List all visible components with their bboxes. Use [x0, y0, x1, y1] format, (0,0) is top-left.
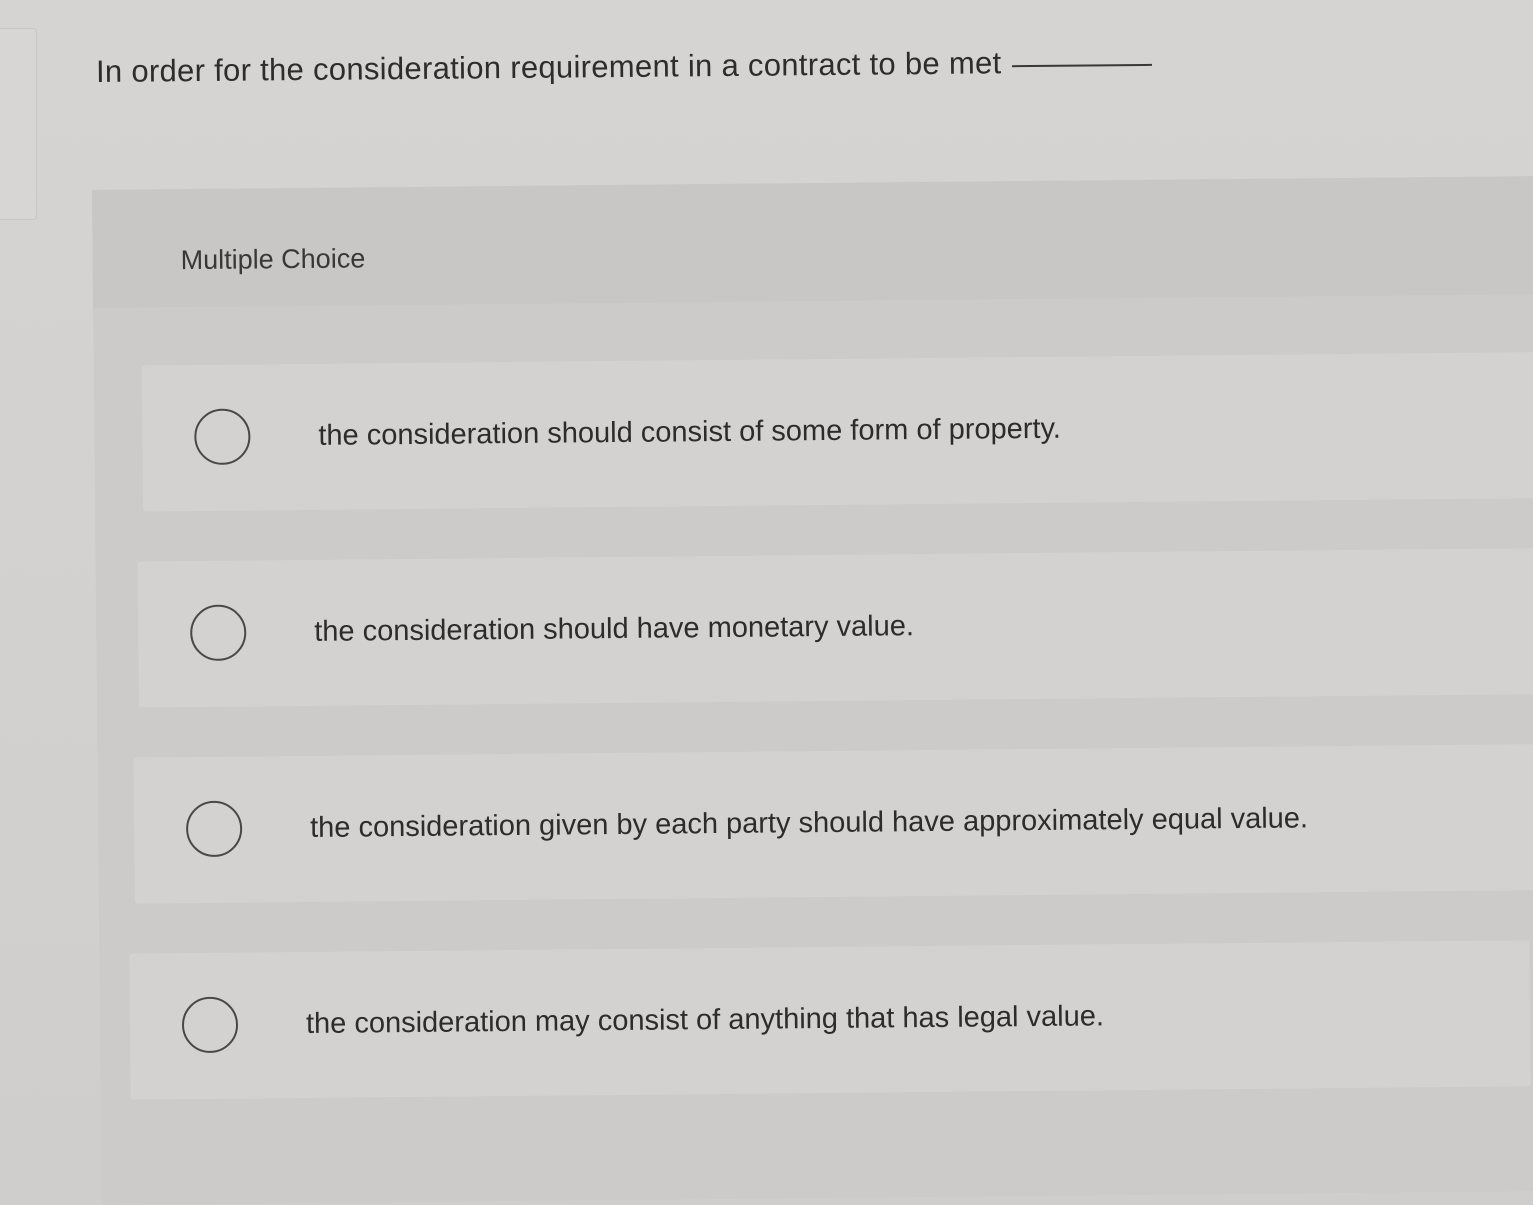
choice-option-text: the consideration should consist of some…	[318, 412, 1062, 452]
choice-option-3[interactable]: the consideration given by each party sh…	[133, 744, 1533, 904]
left-edge-panel	[0, 28, 37, 220]
question-text: In order for the consideration requireme…	[95, 45, 1002, 89]
choice-option-2[interactable]: the consideration should have monetary v…	[137, 548, 1533, 708]
choice-option-4[interactable]: the consideration may consist of anythin…	[129, 940, 1531, 1100]
multiple-choice-label: Multiple Choice	[180, 243, 366, 276]
multiple-choice-panel: Multiple Choice the consideration should…	[92, 176, 1533, 1205]
radio-button-icon[interactable]	[185, 800, 243, 858]
choice-option-text: the consideration given by each party sh…	[309, 802, 1309, 844]
choice-option-text: the consideration should have monetary v…	[314, 610, 915, 648]
radio-button-icon[interactable]	[189, 604, 247, 662]
choice-option-1[interactable]: the consideration should consist of some…	[141, 352, 1533, 512]
answer-blank	[1011, 63, 1152, 68]
question-prompt: In order for the consideration requireme…	[96, 42, 1152, 92]
radio-button-icon[interactable]	[194, 408, 251, 466]
radio-button-icon[interactable]	[181, 996, 239, 1054]
choice-option-text: the consideration may consist of anythin…	[305, 1000, 1105, 1040]
multiple-choice-header: Multiple Choice	[92, 176, 1533, 308]
